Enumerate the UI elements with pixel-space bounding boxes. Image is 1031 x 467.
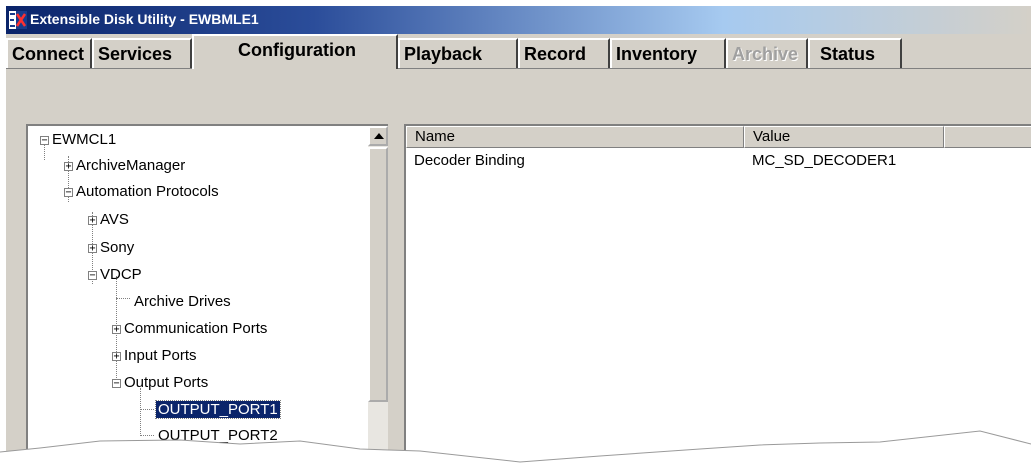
up-arrow-icon [374,133,384,139]
column-header-value[interactable]: Value [744,126,944,148]
tree-line [140,388,141,436]
tree-line [116,298,130,299]
window-title: Extensible Disk Utility - EWBMLE1 [30,11,259,27]
tab-bar: Connect Services Configuration Playback … [6,34,1031,69]
list-header: Name Value [406,126,1031,148]
tab-status[interactable]: Status [808,38,902,68]
tree-item-archivemanager[interactable]: ArchiveManager [74,154,187,178]
cell-value[interactable]: MC_SD_DECODER1 [752,150,896,172]
tree-item-label: EWMCL1 [52,131,117,148]
tree-item-avs[interactable]: AVS [98,208,131,232]
expand-icon[interactable]: + [112,325,121,335]
collapse-icon[interactable]: − [64,188,73,198]
tree-line [140,409,154,410]
collapse-icon[interactable]: − [88,271,97,281]
tab-archive: Archive [726,38,808,68]
tree-item-label: Automation Protocols [76,183,219,200]
tree-item-label: OUTPUT_PORT2 [158,427,278,444]
scroll-thumb[interactable] [368,147,388,402]
tab-connect[interactable]: Connect [6,38,92,68]
collapse-icon[interactable]: − [40,136,49,146]
tree-item-communication-ports[interactable]: Communication Ports [122,317,269,341]
ex-app-icon [9,11,27,29]
tab-inventory[interactable]: Inventory [610,38,726,68]
tab-services[interactable]: Services [92,38,192,68]
tree-item-sony[interactable]: Sony [98,236,136,260]
tree-item-ewmcl1[interactable]: EWMCL1 [50,128,118,152]
tab-record[interactable]: Record [518,38,610,68]
tree-item-archive-drives[interactable]: Archive Drives [132,290,233,314]
tree-item-label: Archive Drives [134,293,231,310]
column-header-extra[interactable] [944,126,1031,148]
tree-item-label: VDCP [100,266,142,283]
property-list[interactable]: Name Value Decoder Binding MC_SD_DECODER… [404,124,1031,467]
tree-scrollbar[interactable] [368,126,388,467]
column-header-name[interactable]: Name [406,126,744,148]
expand-icon[interactable]: + [88,216,97,226]
tree-item-label: AVS [100,211,129,228]
cell-name[interactable]: Decoder Binding [414,150,525,172]
tree-item-input-ports[interactable]: Input Ports [122,344,199,368]
collapse-icon[interactable]: − [112,379,121,389]
tree-item-label: Output Ports [124,374,209,391]
scroll-up-button[interactable] [368,126,388,146]
tree-item-automation-protocols[interactable]: Automation Protocols [74,180,221,204]
tree-item-label: Sony [100,239,135,256]
config-tree[interactable]: − EWMCL1 + ArchiveManager − Automation P… [26,124,388,467]
expand-icon[interactable]: + [88,244,97,254]
tree-item-label: ArchiveManager [76,157,186,174]
expand-icon[interactable]: + [112,352,121,362]
expand-icon[interactable]: + [64,162,73,172]
tree-line [140,435,154,436]
tree-item-output-port2[interactable]: OUTPUT_PORT2 [156,424,280,448]
tree-item-label: Communication Ports [124,320,268,337]
tab-playback[interactable]: Playback [398,38,518,68]
title-bar[interactable]: Extensible Disk Utility - EWBMLE1 [6,6,1031,34]
tree-item-label: OUTPUT_PORT1 [155,400,281,419]
tree-item-label: Input Ports [124,347,197,364]
tree-item-output-port1[interactable]: OUTPUT_PORT1 [155,398,281,422]
app-window: Extensible Disk Utility - EWBMLE1 Connec… [6,6,1031,467]
tree-item-output-ports[interactable]: Output Ports [122,371,210,395]
tree-item-vdcp[interactable]: VDCP [98,263,144,287]
tab-configuration[interactable]: Configuration [192,34,398,69]
